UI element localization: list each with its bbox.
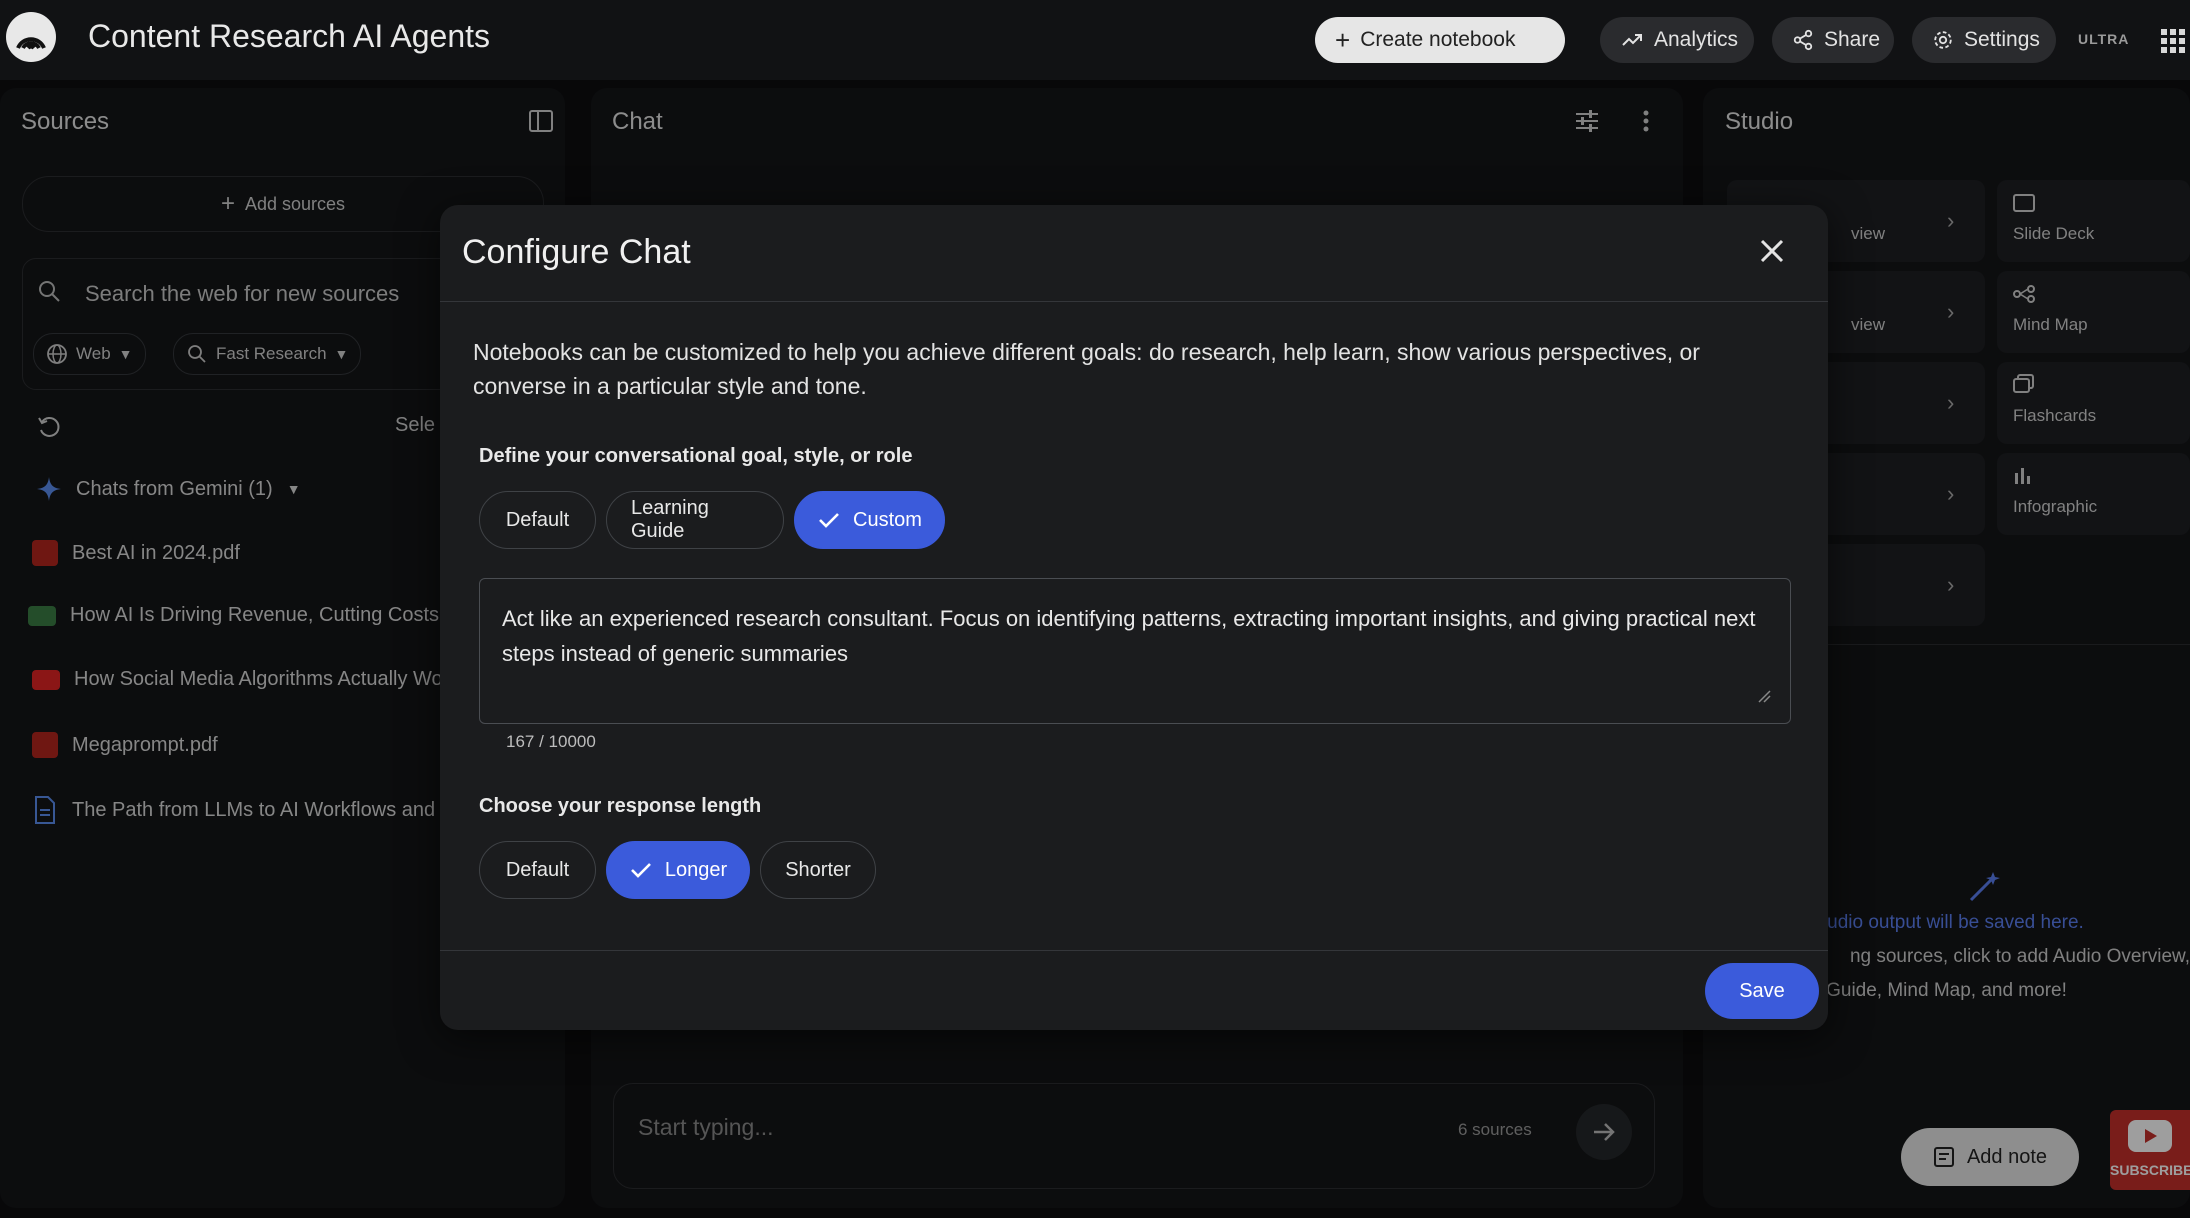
chip-label: Default xyxy=(505,508,570,531)
length-option-default[interactable]: Default xyxy=(479,841,596,899)
goal-section-label: Define your conversational goal, style, … xyxy=(479,445,913,467)
tier-badge: ULTRA xyxy=(2078,31,2130,47)
top-bar: Content Research AI Agents + Create note… xyxy=(0,0,2190,80)
goal-option-custom[interactable]: Custom xyxy=(794,491,945,549)
app-logo-icon[interactable] xyxy=(6,12,56,62)
create-notebook-label: Create notebook xyxy=(1360,28,1516,51)
close-icon[interactable] xyxy=(1758,237,1786,265)
goal-option-default[interactable]: Default xyxy=(479,491,596,549)
goal-options: Default Learning Guide Custom xyxy=(479,491,945,549)
analytics-button[interactable]: Analytics xyxy=(1600,17,1754,63)
share-icon xyxy=(1792,29,1814,51)
length-option-longer[interactable]: Longer xyxy=(606,841,750,899)
checkmark-icon xyxy=(817,508,841,532)
share-label: Share xyxy=(1824,28,1881,51)
custom-prompt-textarea[interactable]: Act like an experienced research consult… xyxy=(479,578,1791,724)
create-notebook-button[interactable]: + Create notebook xyxy=(1315,17,1565,63)
checkmark-icon xyxy=(629,858,653,882)
character-counter: 167 / 10000 xyxy=(506,732,596,751)
chip-label: Longer xyxy=(664,858,728,881)
dialog-description: Notebooks can be customized to help you … xyxy=(473,339,1700,399)
settings-button[interactable]: Settings xyxy=(1912,17,2056,63)
divider xyxy=(440,301,1828,302)
plus-icon: + xyxy=(1335,24,1351,55)
dialog-title: Configure Chat xyxy=(462,233,691,271)
length-option-shorter[interactable]: Shorter xyxy=(760,841,876,899)
analytics-label: Analytics xyxy=(1654,28,1739,51)
share-button[interactable]: Share xyxy=(1772,17,1894,63)
chip-label: Custom xyxy=(853,508,922,531)
chip-label: Shorter xyxy=(785,858,851,881)
apps-grid-icon[interactable] xyxy=(2160,28,2186,54)
trending-up-icon xyxy=(1620,28,1644,52)
notebook-title[interactable]: Content Research AI Agents xyxy=(88,18,490,55)
gear-icon xyxy=(1932,29,1954,51)
length-options: Default Longer Shorter xyxy=(479,841,876,899)
settings-label: Settings xyxy=(1964,28,2040,51)
configure-chat-dialog: Configure Chat Notebooks can be customiz… xyxy=(440,205,1828,1030)
length-section-label: Choose your response length xyxy=(479,795,762,817)
divider xyxy=(440,950,1828,951)
resize-handle-icon[interactable] xyxy=(1757,689,1771,703)
save-button[interactable]: Save xyxy=(1705,963,1819,1019)
chip-label: Learning Guide xyxy=(631,497,709,542)
goal-option-learning-guide[interactable]: Learning Guide xyxy=(606,491,784,549)
chip-label: Default xyxy=(505,858,570,881)
